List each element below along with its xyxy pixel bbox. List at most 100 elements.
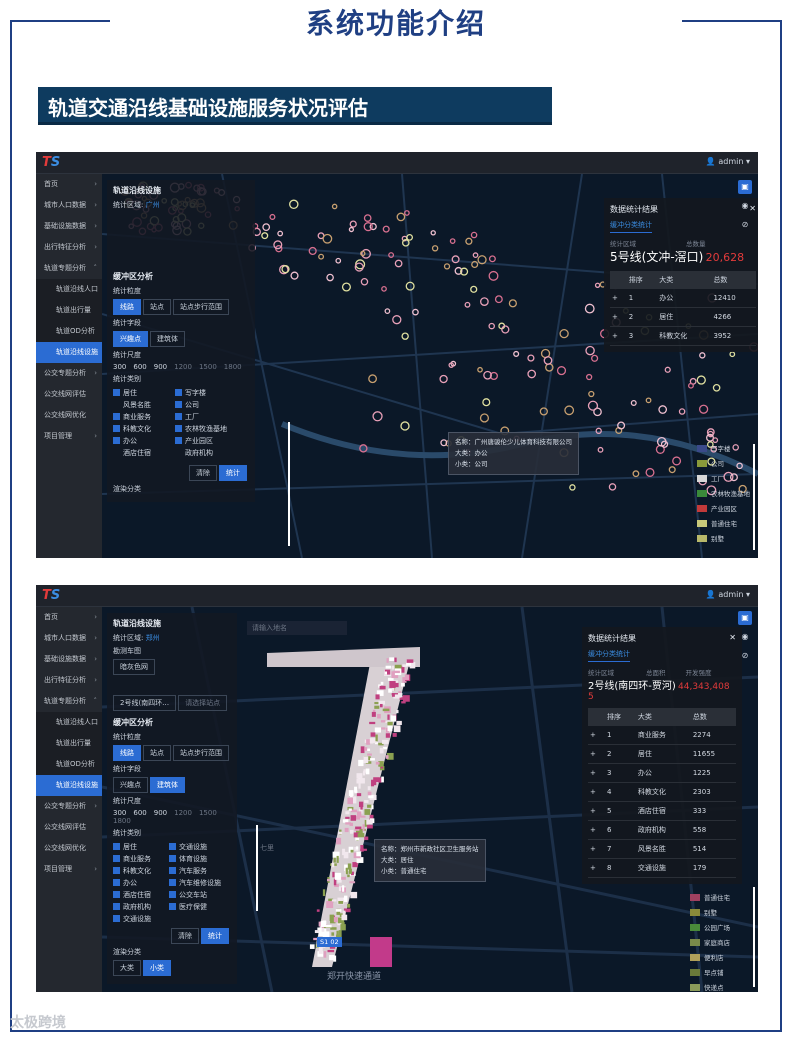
sidebar-item-project[interactable]: 项目管理 › xyxy=(36,859,102,880)
bg-map-select[interactable]: 暗灰色网 xyxy=(113,659,155,675)
compass-icon[interactable]: ⊘ xyxy=(738,649,752,663)
sidebar-item-rail-pop[interactable]: 轨道沿线人口 xyxy=(36,279,102,300)
panel-scrollbar[interactable] xyxy=(256,825,258,911)
poi-dot xyxy=(632,470,640,478)
sidebar-item-rail-pop[interactable]: 轨道沿线人口 xyxy=(36,712,102,733)
scale-slider[interactable]: 300600900120015001800 xyxy=(113,363,249,371)
legend-scrollbar[interactable] xyxy=(753,887,755,987)
poi-dot xyxy=(363,222,373,232)
field-building-button[interactable]: 建筑体 xyxy=(150,331,185,347)
table-row: +6 政府机构 558 xyxy=(588,820,736,840)
building-block xyxy=(396,710,399,714)
building-block xyxy=(382,708,390,712)
dim-line-button[interactable]: 线路 xyxy=(113,745,141,761)
scale-slider[interactable]: 300600900120015001800 xyxy=(113,809,231,825)
field-building-button[interactable]: 建筑体 xyxy=(150,777,185,793)
close-icon[interactable]: ✕ xyxy=(729,633,736,642)
poi-dot xyxy=(360,277,369,286)
dim-walk-button[interactable]: 站点步行范围 xyxy=(173,299,229,315)
save-icon[interactable]: ▣ xyxy=(738,611,752,625)
globe-icon[interactable]: ◉ xyxy=(738,630,752,644)
sidebar-item-bus[interactable]: 公交专题分析 › xyxy=(36,363,102,384)
legend-item: 写字楼 xyxy=(697,442,755,457)
building-block xyxy=(345,811,350,815)
sidebar-item-rail-volume[interactable]: 轨道出行量 xyxy=(36,300,102,321)
sidebar: 首页 › 城市人口数据 › 基础设施数据 › 出行特征分析 › 轨道专题分析 ˄ 轨道沿线… xyxy=(36,174,102,558)
stat-button[interactable]: 统计 xyxy=(201,928,229,944)
field-poi-button[interactable]: 兴趣点 xyxy=(113,331,148,347)
poi-dot xyxy=(556,366,567,376)
field-poi-button[interactable]: 兴趣点 xyxy=(113,777,148,793)
sidebar-item-project[interactable]: 项目管理 › xyxy=(36,426,102,447)
category-checkboxes[interactable]: 居住 交通设施 商业服务 体育设施 科教文化 汽车服务 办公 汽车维修设施 酒店住宿 公交… xyxy=(113,841,231,925)
sidebar-item-rail[interactable]: 轨道专题分析 ˄ xyxy=(36,691,102,712)
building-block xyxy=(360,848,367,851)
sidebar-item-bus-eval[interactable]: 公交线网评估 xyxy=(36,817,102,838)
building-block xyxy=(372,781,377,786)
legend-scrollbar[interactable] xyxy=(753,444,755,550)
stat-area-value[interactable]: 广州 xyxy=(146,201,160,209)
poi-dot xyxy=(341,282,351,292)
render-minor-button[interactable]: 小类 xyxy=(143,960,171,976)
sidebar-item-rail[interactable]: 轨道专题分析 ˄ xyxy=(36,258,102,279)
compass-icon[interactable]: ⊘ xyxy=(738,218,752,232)
map-canvas[interactable]: 轨道沿线设施 统计区域: 广州 缓冲区分析 统计粒度 线路 站点 站点步行范围 统计… xyxy=(102,174,758,558)
search-input[interactable]: 请输入地名 xyxy=(247,621,347,635)
legend-item: 产业园区 xyxy=(697,502,755,517)
stat-title: 数据统计结果 xyxy=(610,205,658,214)
building-block xyxy=(375,694,380,700)
dim-station-button[interactable]: 站点 xyxy=(143,745,171,761)
map-canvas[interactable]: 请输入地名 轨道沿线设施 统计区域: 郑州 勘测车图 暗灰色网 2号线(南四环…… xyxy=(102,607,758,992)
sidebar-item-bus-opt[interactable]: 公交线网优化 xyxy=(36,838,102,859)
building-block xyxy=(330,927,337,930)
building-block xyxy=(396,720,402,726)
station-select[interactable]: 请选择站点 xyxy=(178,695,228,711)
dim-walk-button[interactable]: 站点步行范围 xyxy=(173,745,229,761)
page-title: 系统功能介绍 xyxy=(305,7,486,40)
tab-buffer-stat[interactable]: 缓冲分类统计 xyxy=(588,649,630,662)
poi-dot xyxy=(472,252,479,259)
sidebar-item-rail-facility[interactable]: 轨道沿线设施 xyxy=(36,775,102,796)
poi-dot xyxy=(431,245,439,252)
globe-icon[interactable]: ◉ xyxy=(738,199,752,213)
building-block xyxy=(374,727,381,733)
sidebar-item-population[interactable]: 城市人口数据 › xyxy=(36,195,102,216)
user-menu[interactable]: 👤 admin ▾ xyxy=(706,590,750,599)
user-menu[interactable]: 👤 admin ▾ xyxy=(706,157,750,166)
sidebar-item-infra[interactable]: 基础设施数据 › xyxy=(36,216,102,237)
sidebar-item-bus-eval[interactable]: 公交线网评估 xyxy=(36,384,102,405)
clear-button[interactable]: 清除 xyxy=(189,465,217,481)
line-select[interactable]: 2号线(南四环… xyxy=(113,695,177,711)
building-block xyxy=(367,824,373,829)
building-block xyxy=(364,809,371,815)
building-block xyxy=(379,703,383,708)
sidebar-item-home[interactable]: 首页 › xyxy=(36,607,102,628)
sidebar-item-rail-od[interactable]: 轨道OD分析 xyxy=(36,321,102,342)
clear-button[interactable]: 清除 xyxy=(171,928,199,944)
stat-area-value[interactable]: 郑州 xyxy=(146,634,160,642)
dim-station-button[interactable]: 站点 xyxy=(143,299,171,315)
screenshot-2: TS 👤 admin ▾ 首页 › 城市人口数据 › 基础设施数据 › 出行特征分析 ›… xyxy=(36,585,758,992)
sidebar-item-travel[interactable]: 出行特征分析 › xyxy=(36,237,102,258)
sidebar-item-infra[interactable]: 基础设施数据 › xyxy=(36,649,102,670)
tab-buffer-stat[interactable]: 缓冲分类统计 xyxy=(610,220,652,233)
category-checkboxes[interactable]: 居住 写字楼 风景名胜 公司 商业服务 工厂 科教文化 农林牧渔基地 办公 产业园区 酒店… xyxy=(113,387,249,459)
building-block xyxy=(320,920,327,927)
sidebar-item-bus[interactable]: 公交专题分析 › xyxy=(36,796,102,817)
dim-line-button[interactable]: 线路 xyxy=(113,299,141,315)
sidebar-item-rail-facility[interactable]: 轨道沿线设施 xyxy=(36,342,102,363)
sidebar-item-rail-od[interactable]: 轨道OD分析 xyxy=(36,754,102,775)
save-icon[interactable]: ▣ xyxy=(738,180,752,194)
panel-scrollbar[interactable] xyxy=(288,422,290,546)
sidebar-item-home[interactable]: 首页 › xyxy=(36,174,102,195)
sidebar-item-travel[interactable]: 出行特征分析 › xyxy=(36,670,102,691)
render-major-button[interactable]: 大类 xyxy=(113,960,141,976)
building-tooltip: 名称：郑州市新政社区卫生服务站 大类：居住 小类：普通住宅 xyxy=(374,839,486,882)
sidebar-item-bus-opt[interactable]: 公交线网优化 xyxy=(36,405,102,426)
poi-dot xyxy=(729,351,736,358)
poi-dot xyxy=(594,282,601,288)
sidebar-item-population[interactable]: 城市人口数据 › xyxy=(36,628,102,649)
building-block xyxy=(367,804,372,808)
sidebar-item-rail-volume[interactable]: 轨道出行量 xyxy=(36,733,102,754)
stat-button[interactable]: 统计 xyxy=(219,465,247,481)
